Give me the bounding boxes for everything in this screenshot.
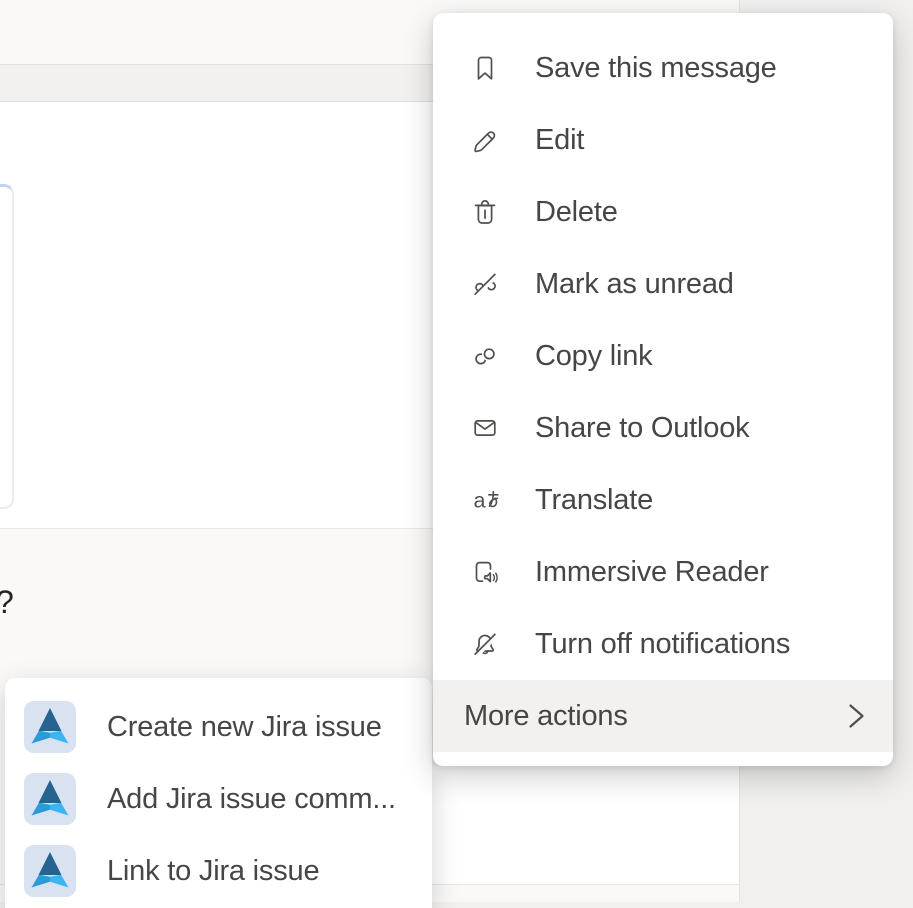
- menu-item-share-outlook[interactable]: Share to Outlook: [433, 392, 893, 464]
- menu-item-create-jira-issue[interactable]: Create new Jira issue: [5, 691, 432, 763]
- menu-item-more-actions[interactable]: More actions: [433, 680, 893, 752]
- menu-item-label: Link to Jira issue: [107, 855, 319, 888]
- menu-item-label: Copy link: [535, 340, 652, 373]
- menu-item-copy-link[interactable]: Copy link: [433, 320, 893, 392]
- menu-item-translate[interactable]: a Translate: [433, 464, 893, 536]
- menu-item-turn-off-notifications[interactable]: Turn off notifications: [433, 608, 893, 680]
- jira-icon: [24, 845, 76, 897]
- trash-icon: [469, 196, 501, 228]
- menu-item-save-message[interactable]: Save this message: [433, 32, 893, 104]
- menu-item-label: Delete: [535, 196, 618, 229]
- bookmark-icon: [469, 52, 501, 84]
- menu-item-add-jira-comment[interactable]: Add Jira issue comm...: [5, 763, 432, 835]
- jira-icon: [24, 773, 76, 825]
- menu-item-link-jira-issue[interactable]: Link to Jira issue: [5, 835, 432, 907]
- menu-item-immersive-reader[interactable]: Immersive Reader: [433, 536, 893, 608]
- menu-item-label: Turn off notifications: [535, 628, 790, 661]
- menu-item-edit[interactable]: Edit: [433, 104, 893, 176]
- jira-app-tile: [24, 701, 76, 753]
- chevron-right-icon: [845, 703, 867, 729]
- pencil-icon: [469, 124, 501, 156]
- jira-actions-submenu: Create new Jira issue Add Jira issue com…: [5, 678, 432, 908]
- menu-item-label: Mark as unread: [535, 268, 734, 301]
- menu-item-delete[interactable]: Delete: [433, 176, 893, 248]
- jira-icon: [24, 701, 76, 753]
- focused-message-card-edge: [0, 184, 14, 509]
- immersive-reader-icon: [469, 556, 501, 588]
- menu-item-label: Share to Outlook: [535, 412, 749, 445]
- menu-item-label: Translate: [535, 484, 653, 517]
- message-text-fragment: ?: [0, 583, 14, 621]
- menu-item-label: Edit: [535, 124, 584, 157]
- link-icon: [469, 340, 501, 372]
- more-actions-label: More actions: [464, 700, 628, 733]
- glasses-off-icon: [469, 268, 501, 300]
- compose-area: [424, 766, 739, 884]
- jira-app-tile: [24, 845, 76, 897]
- menu-item-label: Immersive Reader: [535, 556, 769, 589]
- menu-item-label: Create new Jira issue: [107, 711, 382, 744]
- menu-item-label: Save this message: [535, 52, 777, 85]
- teams-message-context-screen: { "message_fragment": { "text": "?" }, "…: [0, 0, 913, 902]
- translate-icon: a: [469, 484, 501, 516]
- jira-app-tile: [24, 773, 76, 825]
- svg-text:a: a: [474, 489, 486, 513]
- message-context-menu: Save this message Edit Delete Mark as un…: [433, 13, 893, 766]
- bell-off-icon: [469, 628, 501, 660]
- menu-item-mark-unread[interactable]: Mark as unread: [433, 248, 893, 320]
- mail-icon: [469, 412, 501, 444]
- menu-item-label: Add Jira issue comm...: [107, 783, 396, 816]
